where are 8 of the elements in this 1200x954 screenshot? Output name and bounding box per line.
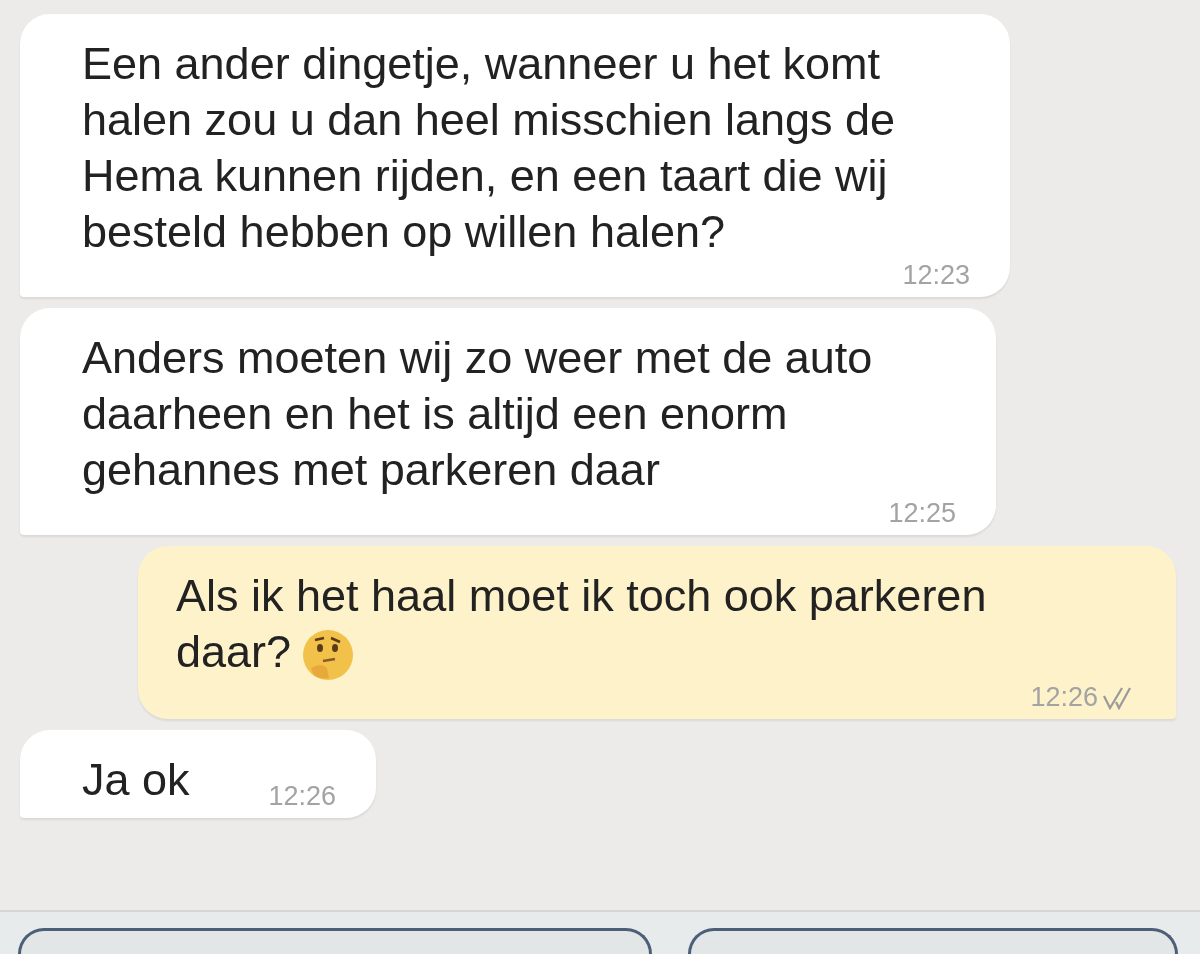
message-time: 12:23 (902, 260, 970, 291)
message-time: 12:26 (1030, 682, 1098, 714)
message-time: 12:25 (888, 498, 956, 529)
message-text: Ja ok (82, 753, 190, 808)
message-text: Een ander dingetje, wanneer u het komt halen zou u dan heel misschien langs de Hema kunnen rijden, en een taart die wij besteld hebben op willen halen? (82, 37, 897, 259)
message-text: Anders moeten wij zo weer met de auto daarheen en het is altijd een enorm gehannes met parkeren daar (82, 331, 874, 497)
message-time: 12:26 (268, 781, 336, 813)
message-text: Als ik het haal moet ik toch ook parkeren daar? (176, 568, 1056, 683)
